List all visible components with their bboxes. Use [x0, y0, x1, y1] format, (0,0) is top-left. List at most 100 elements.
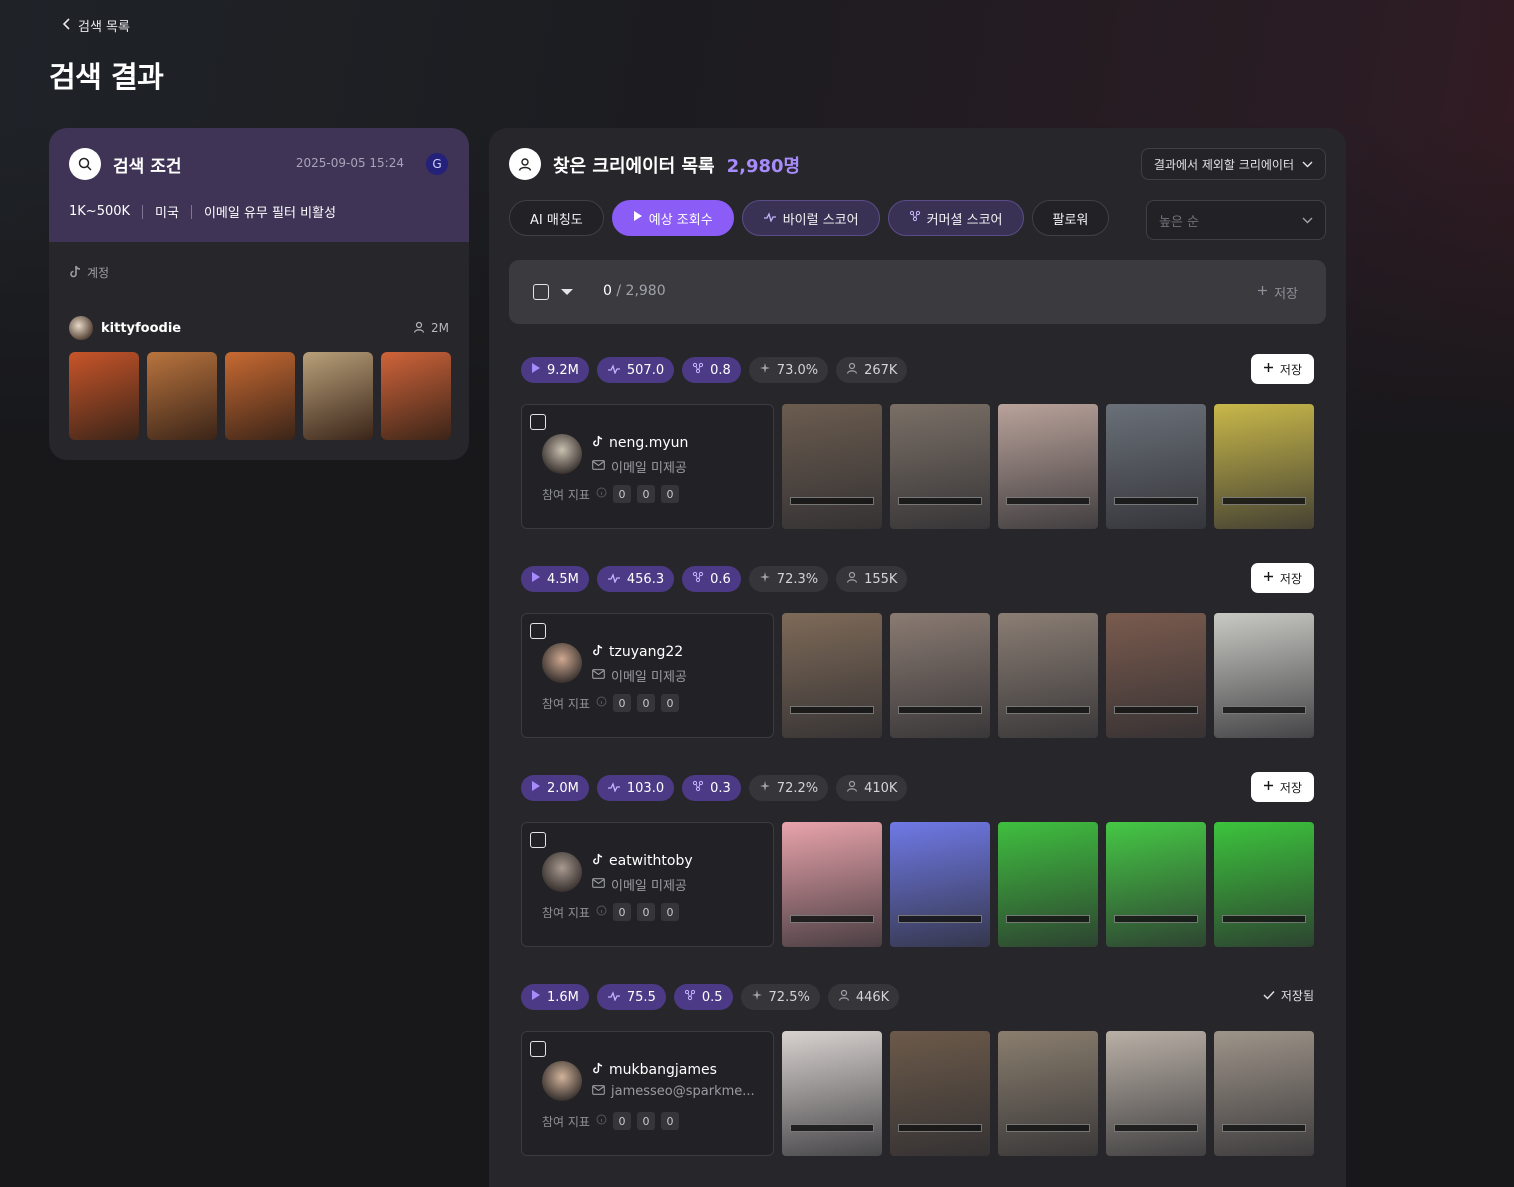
creator-handle[interactable]: mukbangjames: [592, 1062, 717, 1078]
caption-overlay: [1222, 706, 1306, 714]
video-thumbnail[interactable]: [147, 352, 217, 440]
caption-overlay: [1222, 915, 1306, 923]
video-thumbnail[interactable]: [1214, 404, 1314, 529]
plus-icon: [1263, 362, 1274, 376]
tab-expected-views[interactable]: 예상 조회수: [611, 200, 734, 236]
caption-overlay: [1114, 497, 1198, 505]
mail-icon: [592, 668, 605, 683]
sort-order-select[interactable]: 높은 순: [1146, 200, 1326, 240]
video-thumbnail[interactable]: [381, 352, 451, 440]
video-thumbnail[interactable]: [1106, 404, 1206, 529]
creator-video-thumbnails: [782, 1031, 1314, 1156]
creator-handle[interactable]: tzuyang22: [592, 644, 683, 660]
info-icon: [596, 1114, 607, 1128]
video-thumbnail[interactable]: [998, 404, 1098, 529]
engagement-value: 0: [660, 1112, 679, 1130]
engagement-value: 0: [660, 694, 679, 712]
video-thumbnail[interactable]: [782, 822, 882, 947]
video-thumbnail[interactable]: [1214, 613, 1314, 738]
video-thumbnail[interactable]: [890, 404, 990, 529]
video-thumbnail[interactable]: [890, 613, 990, 738]
video-thumbnail[interactable]: [69, 352, 139, 440]
creator-checkbox[interactable]: [530, 1041, 546, 1057]
creator-metrics: 4.5M 456.3 0.6 72.3% 155K: [521, 566, 908, 592]
video-thumbnail[interactable]: [1106, 1031, 1206, 1156]
creator-email: jamesseo@sparkme...: [592, 1084, 762, 1099]
sparkle-icon: [751, 989, 763, 1005]
creator-handle[interactable]: eatwithtoby: [592, 853, 693, 869]
reference-account[interactable]: kittyfoodie 2M: [69, 316, 449, 340]
plus-icon: [1263, 571, 1274, 585]
creator-handle[interactable]: neng.myun: [592, 435, 688, 451]
caption-overlay: [1006, 915, 1090, 923]
video-thumbnail[interactable]: [782, 1031, 882, 1156]
followers-chip: 446K: [827, 984, 900, 1010]
save-button[interactable]: 저장: [1250, 354, 1314, 384]
video-thumbnail[interactable]: [998, 613, 1098, 738]
viral-score-chip: 103.0: [596, 775, 675, 801]
user-icon: [413, 321, 425, 336]
filter-country: 미국: [155, 206, 179, 221]
viral-score-chip: 456.3: [596, 566, 675, 592]
save-button[interactable]: 저장: [1250, 772, 1314, 802]
caption-overlay: [790, 915, 874, 923]
select-menu-caret[interactable]: [561, 289, 573, 295]
creator-info[interactable]: eatwithtoby 이메일 미제공 참여 지표 0 0 0: [521, 822, 774, 947]
bulk-save-button[interactable]: 저장: [1257, 283, 1298, 302]
plus-icon: [1257, 285, 1268, 300]
creator-info[interactable]: neng.myun 이메일 미제공 참여 지표 0 0 0: [521, 404, 774, 529]
video-thumbnail[interactable]: [225, 352, 295, 440]
avatar: [542, 852, 582, 892]
user-icon: [838, 989, 850, 1005]
video-thumbnail[interactable]: [1214, 822, 1314, 947]
video-thumbnail[interactable]: [1106, 613, 1206, 738]
caption-overlay: [898, 1124, 982, 1132]
creator-info[interactable]: tzuyang22 이메일 미제공 참여 지표 0 0 0: [521, 613, 774, 738]
exclude-creators-dropdown[interactable]: 결과에서 제외할 크리에이터: [1140, 148, 1326, 180]
video-thumbnail[interactable]: [1214, 1031, 1314, 1156]
engagement-value: 0: [612, 903, 631, 921]
tab-ai-match[interactable]: AI 매칭도: [509, 200, 604, 236]
info-icon: [596, 905, 607, 919]
account-label: 계정: [69, 264, 109, 281]
video-thumbnail[interactable]: [1106, 822, 1206, 947]
mail-icon: [592, 1084, 605, 1099]
save-button[interactable]: 저장: [1250, 563, 1314, 593]
creator-checkbox[interactable]: [530, 414, 546, 430]
commercial-score-chip: 0.8: [682, 357, 741, 383]
expected-views-chip: 9.2M: [521, 357, 589, 383]
followers-chip: 155K: [836, 566, 908, 592]
tab-commercial-score[interactable]: 커머셜 스코어: [887, 200, 1024, 236]
video-thumbnail[interactable]: [782, 404, 882, 529]
video-thumbnail[interactable]: [998, 1031, 1098, 1156]
creator-info[interactable]: mukbangjames jamesseo@sparkme... 참여 지표 0 0 0: [521, 1031, 774, 1156]
creator-metrics: 1.6M 75.5 0.5 72.5% 446K: [521, 984, 900, 1010]
tiktok-icon: [592, 853, 603, 869]
expected-views-chip: 2.0M: [521, 775, 589, 801]
network-icon: [909, 210, 921, 226]
results-panel: 찾은 크리에이터 목록 2,980명 결과에서 제외할 크리에이터 AI 매칭도…: [489, 128, 1346, 1187]
creator-card: 9.2M 507.0 0.8 73.0% 267K 저장 neng.myun 이메일 미제공 참…: [521, 354, 1314, 529]
creator-checkbox[interactable]: [530, 832, 546, 848]
creator-checkbox[interactable]: [530, 623, 546, 639]
video-thumbnail[interactable]: [998, 822, 1098, 947]
followers-chip: 267K: [836, 357, 908, 383]
filter-email: 이메일 유무 필터 비활성: [203, 206, 336, 221]
video-thumbnail[interactable]: [782, 613, 882, 738]
video-thumbnail[interactable]: [890, 1031, 990, 1156]
caption-overlay: [898, 497, 982, 505]
tab-followers[interactable]: 팔로워: [1031, 200, 1110, 236]
video-thumbnail[interactable]: [890, 822, 990, 947]
play-icon: [531, 989, 541, 1005]
creator-metrics: 2.0M 103.0 0.3 72.2% 410K: [521, 775, 908, 801]
engagement-value: 0: [612, 694, 631, 712]
select-all-checkbox[interactable]: [533, 284, 549, 300]
back-link[interactable]: 검색 목록: [62, 16, 130, 35]
caption-overlay: [1006, 497, 1090, 505]
tab-viral-score[interactable]: 바이럴 스코어: [741, 200, 880, 236]
creator-email: 이메일 미제공: [592, 457, 762, 476]
video-thumbnail[interactable]: [303, 352, 373, 440]
engagement-value: 0: [612, 485, 631, 503]
creator-video-thumbnails: [782, 822, 1314, 947]
results-count: 2,980명: [726, 156, 801, 177]
